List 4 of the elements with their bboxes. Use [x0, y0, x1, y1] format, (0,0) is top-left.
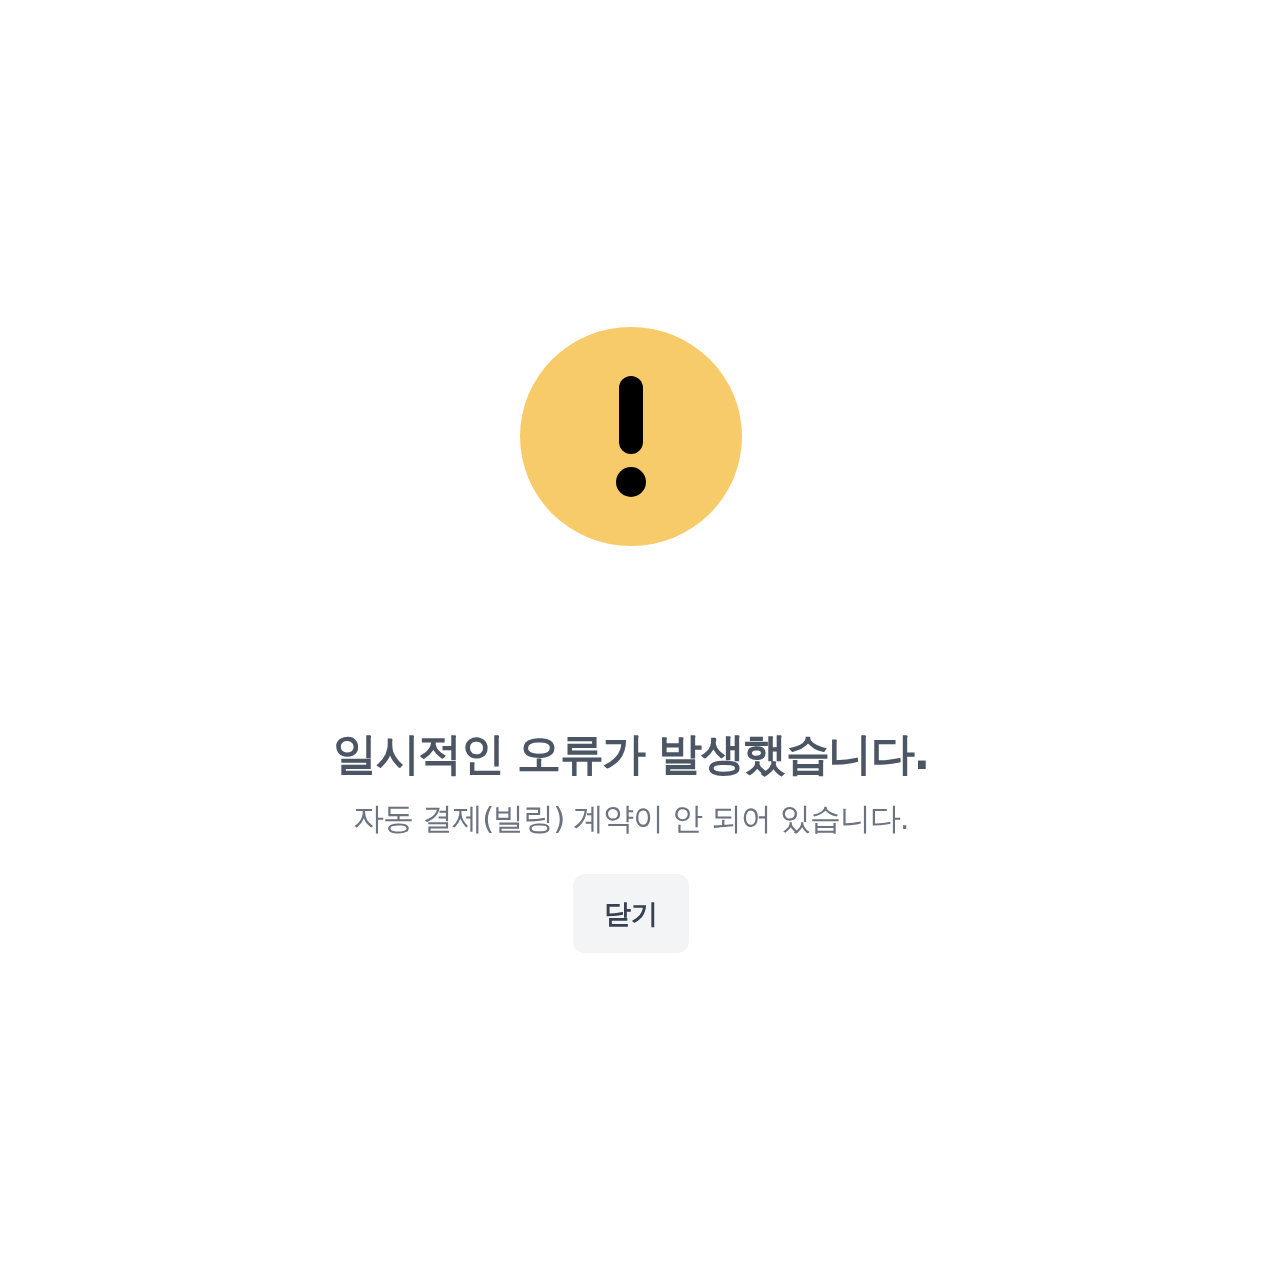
warning-icon	[520, 327, 742, 546]
close-button[interactable]: 닫기	[573, 874, 689, 953]
error-title: 일시적인 오류가 발생했습니다.	[333, 727, 929, 781]
error-message: 자동 결제(빌링) 계약이 안 되어 있습니다.	[353, 799, 909, 838]
